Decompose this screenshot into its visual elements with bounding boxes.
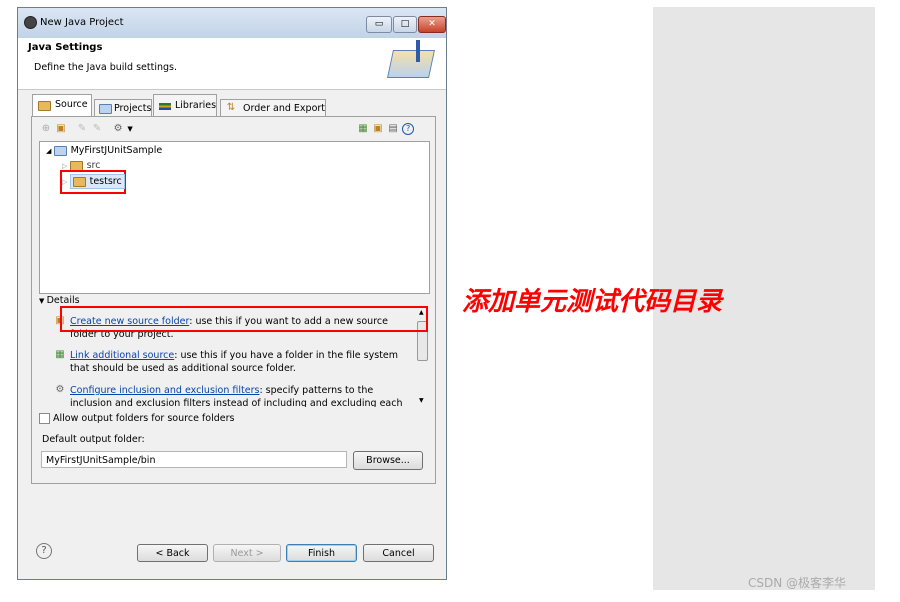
tree-item-project[interactable]: ◢ MyFirstJUnitSample	[46, 145, 162, 156]
tab-source-label: Source	[55, 99, 88, 110]
scroll-down-icon[interactable]: ▼	[419, 397, 424, 404]
output-folder-input[interactable]: MyFirstJUnitSample/bin	[41, 451, 347, 468]
add-source-icon[interactable]: ▦	[357, 123, 369, 135]
cancel-button[interactable]: Cancel	[363, 544, 434, 562]
java-j-glyph	[416, 40, 420, 62]
close-button[interactable]: ✕	[418, 16, 446, 33]
browse-button[interactable]: Browse...	[353, 451, 423, 470]
remove-icon[interactable]: ✎	[91, 123, 103, 135]
link-folder-icon[interactable]: ▣	[55, 123, 67, 135]
configure-filters-link[interactable]: Configure inclusion and exclusion filter…	[70, 385, 259, 396]
window-title: New Java Project	[40, 17, 124, 28]
maximize-button[interactable]: □	[393, 16, 417, 33]
create-folder-highlight	[60, 306, 428, 332]
add-folder-icon[interactable]: ⊕	[40, 123, 52, 135]
link-source-icon: ▦	[55, 349, 65, 360]
java-folder-icon	[387, 50, 435, 78]
output-folder-label: Default output folder:	[42, 434, 145, 445]
title-bar: New Java Project ▭ □ ✕	[18, 8, 446, 38]
source-tab-panel: ⊕ ▣ ✎ ✎ ⚙ ▼ ▦ ▣ ▤ ? ◢ MyFirstJUnitSample …	[31, 116, 436, 484]
annotation-text: 添加单元测试代码目录	[462, 287, 723, 317]
page-description: Define the Java build settings.	[34, 62, 178, 73]
project-label: MyFirstJUnitSample	[70, 145, 163, 156]
tab-libraries[interactable]: Libraries	[153, 94, 217, 118]
tab-projects-label: Projects	[114, 103, 152, 114]
source-tree[interactable]: ◢ MyFirstJUnitSample ▷ src ▷ testsrc	[39, 141, 430, 294]
page-title: Java Settings	[28, 42, 103, 53]
remove-source-icon[interactable]: ▤	[387, 123, 399, 135]
help-icon[interactable]: ?	[402, 123, 415, 135]
order-export-icon: ⇅	[226, 102, 236, 113]
libraries-icon	[159, 103, 171, 110]
source-toolbar-right: ▦ ▣ ▤ ?	[357, 123, 415, 135]
help-button[interactable]: ?	[36, 543, 52, 559]
tree-item-testsrc[interactable]: ▷ testsrc	[62, 174, 125, 189]
finish-button[interactable]: Finish	[286, 544, 357, 562]
tab-projects[interactable]: Projects	[94, 99, 152, 117]
new-source-folder-icon[interactable]: ▣	[372, 123, 384, 135]
source-toolbar: ⊕ ▣ ✎ ✎ ⚙ ▼	[40, 123, 136, 135]
tab-source[interactable]: Source	[32, 94, 92, 118]
testsrc-label: testsrc	[89, 176, 122, 187]
link-additional-source-link[interactable]: Link additional source	[70, 350, 174, 361]
dropdown-icon[interactable]: ▼	[124, 123, 136, 135]
new-java-project-dialog: New Java Project ▭ □ ✕ Java Settings Def…	[17, 7, 447, 580]
details-label: Details	[46, 295, 80, 306]
tab-libraries-label: Libraries	[175, 100, 217, 111]
allow-output-folders[interactable]: Allow output folders for source folders	[39, 413, 234, 424]
wizard-header: Java Settings Define the Java build sett…	[18, 38, 446, 90]
next-button: Next >	[213, 544, 281, 562]
back-button[interactable]: < Back	[137, 544, 208, 562]
tab-order-export-label: Order and Export	[243, 103, 326, 114]
detail-configure-filters: ⚙ Configure inclusion and exclusion filte…	[56, 384, 410, 407]
tab-order-and-export[interactable]: ⇅ Order and Export	[220, 99, 326, 117]
filter-config-icon: ⚙	[55, 384, 65, 395]
edit-icon[interactable]: ✎	[76, 123, 88, 135]
filter-icon[interactable]: ⚙	[112, 123, 124, 135]
watermark: CSDN @极客李华	[748, 576, 847, 590]
details-toggle[interactable]: ▼ Details	[39, 295, 80, 306]
allow-output-checkbox[interactable]	[39, 413, 50, 424]
allow-output-label: Allow output folders for source folders	[53, 413, 235, 424]
minimize-button[interactable]: ▭	[366, 16, 392, 33]
detail-link-source: ▦ Link additional source: use this if you…	[55, 349, 410, 375]
eclipse-icon	[24, 16, 37, 29]
